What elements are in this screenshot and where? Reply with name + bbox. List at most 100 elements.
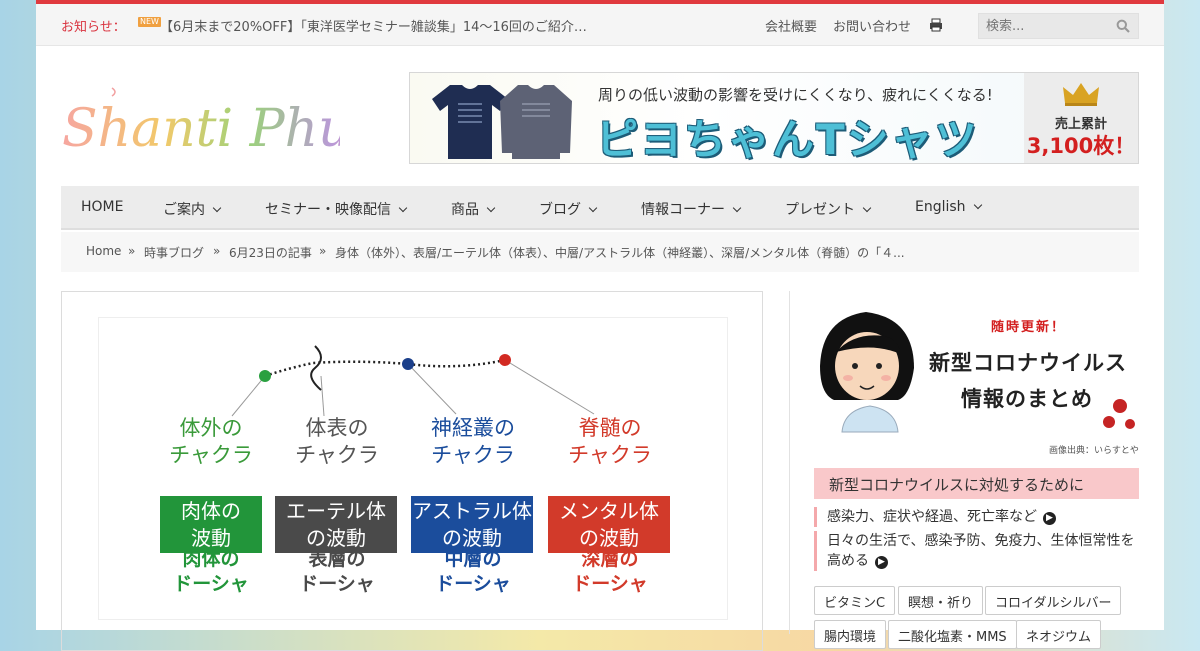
wave-box-physical: 肉体の 波動 xyxy=(160,496,262,553)
dosha-label-surface: 表層の ドーシャ xyxy=(282,547,392,597)
box-line: 肉体の xyxy=(181,499,241,523)
sales-value: 3,100枚！ xyxy=(1026,134,1136,158)
tag-vitamin-c[interactable]: ビタミンC xyxy=(814,586,896,615)
nav-label: ブログ xyxy=(539,202,581,218)
chakra-label-spine: 脊髄の チャクラ xyxy=(550,415,670,469)
page: お知らせ： NEW 【6月末まで20%OFF】「東洋医学セミナー雑談集」14〜1… xyxy=(36,0,1164,651)
dosha-line: ドーシャ xyxy=(435,573,511,595)
breadcrumb-home[interactable]: Home xyxy=(86,244,121,258)
link-text: 日々の生活で、感染予防、免疫力、生体恒常性を xyxy=(827,533,1135,549)
search-input[interactable] xyxy=(979,14,1109,38)
sidebar-link-prevention[interactable]: 日々の生活で、感染予防、免疫力、生体恒常性を 高める ▶ xyxy=(814,531,1139,571)
banner-title: ピヨちゃんTシャツ xyxy=(596,115,979,164)
search-icon[interactable] xyxy=(1116,19,1130,33)
dosha-line: 深層の xyxy=(581,548,639,570)
chevron-down-icon xyxy=(973,200,982,210)
tag-neodymium[interactable]: ネオジウム xyxy=(1016,620,1102,649)
nav-label: セミナー・映像配信 xyxy=(265,202,391,218)
sidebar-section-title: 新型コロナウイルスに対処するために xyxy=(814,468,1139,499)
chevron-down-icon xyxy=(732,203,742,213)
link-text: 感染力、症状や経過、死亡率など xyxy=(827,509,1037,525)
nav-label: English xyxy=(915,199,966,215)
breadcrumb-separator: » xyxy=(319,244,327,258)
nav-label: HOME xyxy=(81,199,124,215)
nav-products[interactable]: 商品 xyxy=(451,199,496,219)
chakra-label-surface: 体表の チャクラ xyxy=(277,415,397,469)
search-box xyxy=(978,13,1139,39)
nav-english[interactable]: English xyxy=(915,199,982,215)
label-line: チャクラ xyxy=(431,443,515,467)
nav-seminar[interactable]: セミナー・映像配信 xyxy=(265,199,408,219)
chevron-right-icon: ▶ xyxy=(1043,512,1056,525)
notice-link[interactable]: 【6月末まで20%OFF】「東洋医学セミナー雑談集」14〜16回のご紹介… xyxy=(160,16,587,35)
site-logo[interactable]: Shanti Phula xyxy=(60,84,340,158)
dosha-line: 肉体の xyxy=(182,548,240,570)
sidebar-link-infection[interactable]: 感染力、症状や経過、死亡率など ▶ xyxy=(814,507,1056,527)
tag-colloidal-silver[interactable]: コロイダルシルバー xyxy=(985,586,1122,615)
sidebar-divider xyxy=(789,291,790,634)
tag-gut[interactable]: 腸内環境 xyxy=(814,620,887,649)
nav-blog[interactable]: ブログ xyxy=(539,199,598,219)
chevron-down-icon xyxy=(588,203,598,213)
dosha-label-deep: 深層の ドーシャ xyxy=(555,547,665,597)
new-badge: NEW xyxy=(138,17,161,27)
nav-home[interactable]: HOME xyxy=(81,199,123,215)
label-line: 体外の xyxy=(179,416,243,440)
promo-tag: 随時更新！ xyxy=(991,320,1067,335)
wave-box-mental: メンタル体 の波動 xyxy=(548,496,670,553)
nav-guide[interactable]: ご案内 xyxy=(163,199,222,219)
crown-icon xyxy=(1063,83,1099,106)
breadcrumb-category[interactable]: 時事ブログ xyxy=(144,244,204,261)
breadcrumb-separator: » xyxy=(213,244,221,258)
notice-label: お知らせ： xyxy=(61,20,126,35)
wave-box-astral: アストラル体 の波動 xyxy=(411,496,533,553)
chakra-label-physical: 体外の チャクラ xyxy=(151,415,271,469)
contact-link[interactable]: お問い合わせ xyxy=(833,16,911,35)
image-credit: 画像出典：いらすとや xyxy=(1049,446,1139,456)
tag-chlorine-dioxide[interactable]: 二酸化塩素・MMS xyxy=(888,620,1017,649)
chevron-down-icon xyxy=(212,203,222,213)
breadcrumb: Home » 時事ブログ » 6月23日の記事 » 身体（体外）、表層/エーテル… xyxy=(61,232,1139,272)
top-bar: お知らせ： NEW 【6月末まで20%OFF】「東洋医学セミナー雑談集」14〜1… xyxy=(36,4,1164,46)
dosha-line: ドーシャ xyxy=(299,573,375,595)
box-line: エーテル体 xyxy=(286,499,386,523)
promo-title-line2: 情報のまとめ xyxy=(961,387,1093,411)
dosha-label-middle: 中層の ドーシャ xyxy=(418,547,528,597)
tshirt-banner[interactable]: 周りの低い波動の影響を受けにくくなり、疲れにくくなる! ピヨちゃんTシャツ 売上… xyxy=(409,72,1139,164)
breadcrumb-current: 身体（体外）、表層/エーテル体（体表）、中層/アストラル体（神経叢）、深層/メン… xyxy=(335,246,905,260)
box-line: アストラル体 xyxy=(412,499,532,523)
label-line: チャクラ xyxy=(169,443,253,467)
box-line: メンタル体 xyxy=(559,499,659,523)
nav-label: ご案内 xyxy=(163,202,205,218)
company-link[interactable]: 会社概要 xyxy=(765,16,817,35)
chevron-down-icon xyxy=(486,203,496,213)
dosha-line: ドーシャ xyxy=(572,573,648,595)
printer-icon[interactable] xyxy=(929,18,943,32)
wave-box-etheric: エーテル体 の波動 xyxy=(275,496,397,553)
tag-meditation[interactable]: 瞑想・祈り xyxy=(898,586,984,615)
chevron-right-icon: ▶ xyxy=(875,556,888,569)
main-nav: HOME ご案内 セミナー・映像配信 商品 ブログ 情報コーナー プレゼント E… xyxy=(61,186,1139,230)
chevron-down-icon xyxy=(398,203,408,213)
nav-label: プレゼント xyxy=(785,202,855,218)
chevron-down-icon xyxy=(862,203,872,213)
article-figure: 体外のチャクラ 体表のチャクラ 神経叢の チャクラ 脊髄のチャクラ 肉体の 波動 エ… xyxy=(98,317,728,620)
banner-subtitle: 周りの低い波動の影響を受けにくくなり、疲れにくくなる! xyxy=(598,86,993,104)
label-line: 体表の xyxy=(305,416,369,440)
nav-present[interactable]: プレゼント xyxy=(785,199,872,219)
article-content: 体外のチャクラ 体表のチャクラ 神経叢の チャクラ 脊髄のチャクラ 肉体の 波動 エ… xyxy=(61,291,763,651)
breadcrumb-day[interactable]: 6月23日の記事 xyxy=(229,244,312,261)
breadcrumb-separator: » xyxy=(128,244,136,258)
dosha-line: ドーシャ xyxy=(173,573,249,595)
tshirt-gray-image xyxy=(500,85,572,159)
link-text: 高める xyxy=(827,553,869,569)
chakra-label-nerve: 神経叢の チャクラ xyxy=(413,415,533,469)
nav-label: 情報コーナー xyxy=(641,202,725,218)
nav-info[interactable]: 情報コーナー xyxy=(641,199,742,219)
label-line: チャクラ xyxy=(295,443,379,467)
promo-title-line1: 新型コロナウイルス xyxy=(929,351,1127,375)
logo-text: Shanti Phula xyxy=(62,99,340,158)
dosha-line: 中層の xyxy=(444,548,502,570)
label-line: チャクラ xyxy=(568,443,652,467)
label-line: 脊髄の xyxy=(578,416,642,440)
